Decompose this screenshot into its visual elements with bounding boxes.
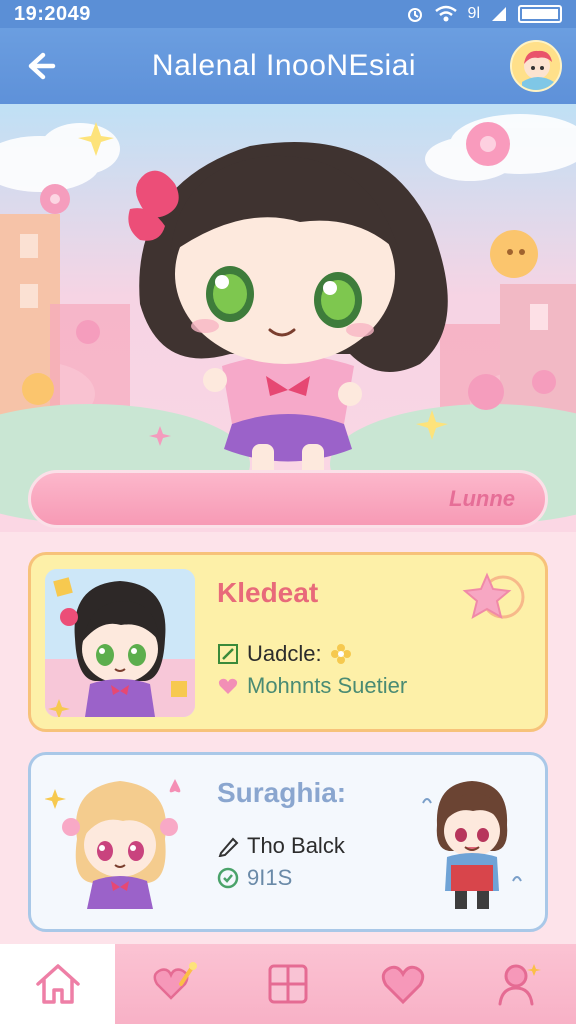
pencil-icon: [217, 643, 239, 665]
card-thumbnail: [45, 769, 195, 917]
card-line-primary: Tho Balck: [217, 833, 345, 859]
star-icon: [462, 572, 525, 620]
page-title: Nalenal InooNEsiai: [151, 49, 417, 82]
status-bar: 19:2049 9l: [0, 0, 576, 28]
profile-avatar-button[interactable]: [510, 40, 562, 92]
card-thumbnail: [45, 569, 195, 717]
profile-avatar-icon: [512, 42, 560, 90]
card-title: Kledeat: [217, 577, 319, 608]
arrow-left-icon: [28, 52, 56, 80]
signal-text: 9l: [467, 5, 480, 22]
wifi-icon: [434, 5, 457, 22]
flower-icon: [330, 643, 352, 665]
favorite-star-button[interactable]: [461, 569, 525, 625]
bottom-nav: [0, 944, 576, 1024]
nav-profile[interactable]: [461, 944, 576, 1024]
character-card[interactable]: Kledeat Uadcle: Mohnnts Suetier: [28, 552, 548, 732]
card-line-primary-text: Tho Balck: [247, 833, 345, 858]
signal-icon: [492, 7, 506, 21]
hero-name-bar[interactable]: Lunne: [28, 470, 548, 528]
character-thumbnail-image: [45, 779, 181, 909]
hero-banner: [0, 104, 576, 532]
card-line-secondary: Mohnnts Suetier: [217, 673, 407, 699]
heart-wand-icon: [153, 962, 197, 1000]
grid-icon: [268, 964, 308, 1004]
nav-likes[interactable]: [346, 944, 461, 1024]
pencil-icon: [217, 835, 239, 857]
nav-home[interactable]: [0, 944, 116, 1024]
card-line-secondary-text: 9I1S: [247, 865, 293, 890]
card-title: Suraghia:: [217, 777, 347, 808]
heart-icon: [381, 965, 425, 1005]
back-button[interactable]: [12, 38, 68, 94]
companion-character-image: [417, 769, 527, 917]
home-icon: [35, 964, 80, 1004]
circle-check-icon: [217, 867, 239, 889]
battery-icon: [518, 5, 562, 23]
card-line-secondary: 9I1S: [217, 865, 292, 891]
nav-favorites-wand[interactable]: [115, 944, 230, 1024]
character-thumbnail-image: [45, 569, 195, 717]
card-line-secondary-text: Mohnnts Suetier: [247, 673, 408, 698]
alarm-icon: [407, 8, 422, 22]
hero-illustration: [0, 114, 576, 524]
nav-gallery[interactable]: [230, 944, 345, 1024]
hero-name-label: Lunne: [449, 486, 515, 511]
character-card[interactable]: Suraghia: Tho Balck 9I1S: [28, 752, 548, 932]
profile-icon: [498, 964, 542, 1006]
heart-icon: [217, 675, 239, 697]
card-line-primary-text: Uadcle:: [247, 641, 322, 666]
app-header: Nalenal InooNEsiai: [0, 28, 576, 104]
status-icons: 9l: [406, 5, 562, 23]
status-time: 19:2049: [14, 2, 91, 25]
card-line-primary: Uadcle:: [217, 641, 352, 667]
